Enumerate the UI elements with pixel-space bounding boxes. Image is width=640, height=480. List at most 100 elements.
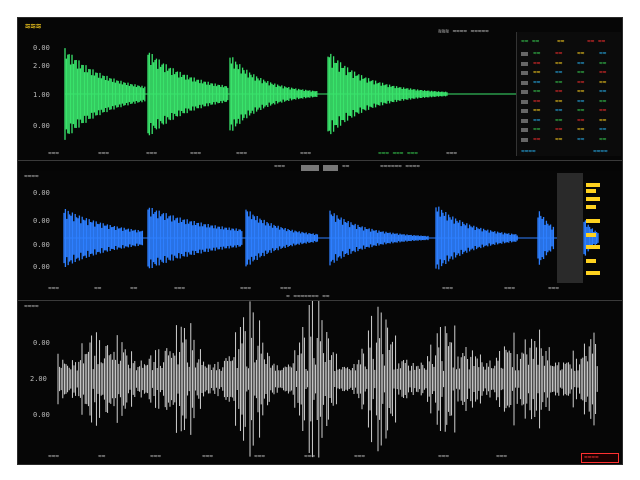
meter-cell: ≈≈: [533, 107, 541, 114]
x-tick: ≈≈≈: [548, 285, 559, 292]
row-chip: [521, 99, 528, 104]
meter-footer-right: ≈≈≈≈: [593, 148, 608, 155]
row-chip: [521, 52, 528, 56]
meter-cell: ≈≈: [533, 135, 541, 143]
x-tick: ≈≈≈: [496, 453, 507, 460]
meter-header: ≈≈ ≈≈: [587, 38, 606, 45]
yellow-marker: [586, 189, 596, 193]
meter-cell: ≈≈: [599, 135, 607, 143]
meter-row: ≈≈ ≈≈ ≈≈ ≈≈: [517, 88, 621, 96]
blue-waveform: [63, 206, 599, 270]
meter-cell: ≈≈: [533, 59, 541, 67]
toolbar-right-text: ≈≈≈≈≈≈ ≈≈≈≈: [380, 163, 420, 170]
meter-row: ≈≈ ≈≈ ≈≈ ≈≈: [517, 136, 621, 144]
x-tick: ≈≈≈: [280, 285, 291, 292]
meter-cell: ≈≈: [555, 50, 563, 57]
x-tick: ≈≈≈: [438, 453, 449, 460]
toolbar-left-text: ≈≈≈: [274, 163, 285, 170]
meter-row: ≈≈ ≈≈ ≈≈ ≈≈: [517, 79, 621, 87]
red-badge[interactable]: ≈≈≈≈: [581, 453, 619, 463]
yellow-marker: [586, 271, 600, 275]
meter-row: ≈≈ ≈≈ ≈≈ ≈≈: [517, 126, 621, 134]
waveform-3-svg: [57, 301, 598, 458]
x-tick: ≈≈≈: [202, 453, 213, 460]
waveform-panel-2[interactable]: ≈≈≈≈ 0.00 0.00 0.00 0.00 ≈≈≈ ≈≈ ≈≈ ≈≈≈ ≈…: [18, 171, 622, 300]
meter-cell: ≈≈: [577, 78, 585, 86]
x-tick: ≈≈≈: [146, 150, 157, 157]
row-chip: [521, 118, 528, 123]
x-tick: ≈≈: [130, 285, 138, 292]
meter-cell: ≈≈: [533, 69, 541, 76]
meter-cell: ≈≈: [533, 50, 541, 57]
row-chip: [521, 109, 528, 113]
meter-cell: ≈≈: [599, 88, 607, 95]
row-chip: [521, 128, 528, 132]
meter-cell: ≈≈: [577, 97, 585, 105]
x-tick: ≈≈≈: [236, 150, 247, 157]
x-tick: ≈≈: [94, 285, 102, 292]
meter-cell: ≈≈: [533, 97, 541, 105]
meter-header: ≈≈ ≈≈: [521, 38, 540, 45]
meter-cell: ≈≈: [599, 78, 607, 86]
x-tick: ≈≈≈: [48, 453, 59, 460]
x-tick: ≈≈≈: [446, 150, 457, 157]
meter-cell: ≈≈: [555, 107, 563, 114]
meter-row: ≈≈ ≈≈ ≈≈ ≈≈: [517, 60, 621, 68]
yellow-marker: [586, 259, 596, 263]
meter-cell: ≈≈: [599, 126, 607, 133]
waveform-panel-3[interactable]: ≈≈≈≈ 0.00 2.00 0.00 ≈≈≈ ≈≈ ≈≈≈ ≈≈≈ ≈≈≈ ≈…: [18, 301, 622, 464]
meter-cell: ≈≈: [577, 69, 585, 76]
meter-row: ≈≈ ≈≈ ≈≈ ≈≈: [517, 50, 621, 58]
x-tick: ≈≈≈: [48, 285, 59, 292]
row-chip: [521, 80, 528, 85]
meter-cell: ≈≈: [599, 97, 607, 105]
yellow-marker: [586, 233, 596, 237]
meter-cell: ≈≈: [577, 50, 585, 57]
meter-cell: ≈≈: [555, 59, 563, 67]
divider: [18, 160, 622, 161]
meter-cell: ≈≈: [599, 116, 607, 124]
x-tick: ≈≈≈: [174, 285, 185, 292]
meter-cell: ≈≈: [533, 88, 541, 95]
status-text: ≈≈≈ ≈≈≈ ≈≈≈: [378, 150, 418, 157]
meter-cell: ≈≈: [555, 126, 563, 133]
x-tick: ≈≈≈: [150, 453, 161, 460]
meter-cell: ≈≈: [599, 59, 607, 67]
x-tick: ≈≈≈: [98, 150, 109, 157]
yellow-marker: [586, 219, 600, 223]
meter-cell: ≈≈: [577, 126, 585, 133]
x-tick: ≈≈≈: [504, 285, 515, 292]
red-badge-text: ≈≈≈≈: [584, 454, 599, 461]
meter-cell: ≈≈: [577, 107, 585, 114]
meter-cell: ≈≈: [599, 107, 607, 114]
x-tick: ≈≈≈: [354, 453, 365, 460]
meter-cell: ≈≈: [577, 116, 585, 124]
selection-region[interactable]: [557, 173, 583, 283]
meter-row: ≈≈ ≈≈ ≈≈ ≈≈: [517, 107, 621, 115]
row-chip: [521, 61, 528, 66]
meter-cell: ≈≈: [555, 78, 563, 86]
meter-cell: ≈≈: [555, 69, 563, 76]
x-tick: ≈≈≈: [240, 285, 251, 292]
row-chip: [521, 137, 528, 142]
meter-cell: ≈≈: [555, 88, 563, 95]
meter-cell: ≈≈: [533, 126, 541, 133]
row-chip: [521, 71, 528, 75]
meter-cell: ≈≈: [577, 59, 585, 67]
meter-cell: ≈≈: [533, 78, 541, 86]
audio-waveform-window: ≋≋≋ ≋≋≋ ≈≈≈≈ ≈≈≈≈≈ 0.00 2.00 1.00 0.00 ≈…: [17, 17, 623, 465]
meter-row: ≈≈ ≈≈ ≈≈ ≈≈: [517, 117, 621, 125]
meter-cell: ≈≈: [555, 135, 563, 143]
yellow-marker: [586, 205, 596, 209]
waveform-2-svg: [63, 206, 599, 270]
x-tick: ≈≈≈: [190, 150, 201, 157]
waveform-panel-1[interactable]: ≋≋≋ ≋≋≋ ≈≈≈≈ ≈≈≈≈≈ 0.00 2.00 1.00 0.00 ≈…: [18, 18, 622, 160]
green-waveform: [64, 48, 578, 140]
meter-header: ≈≈: [557, 38, 565, 45]
meter-cell: ≈≈: [533, 116, 541, 124]
meter-cell: ≈≈: [555, 97, 563, 105]
x-tick: ≈≈≈: [254, 453, 265, 460]
meter-row: ≈≈ ≈≈ ≈≈ ≈≈: [517, 69, 621, 77]
meter-cell: ≈≈: [555, 116, 563, 124]
meter-footer-left: ≈≈≈≈: [521, 148, 536, 155]
